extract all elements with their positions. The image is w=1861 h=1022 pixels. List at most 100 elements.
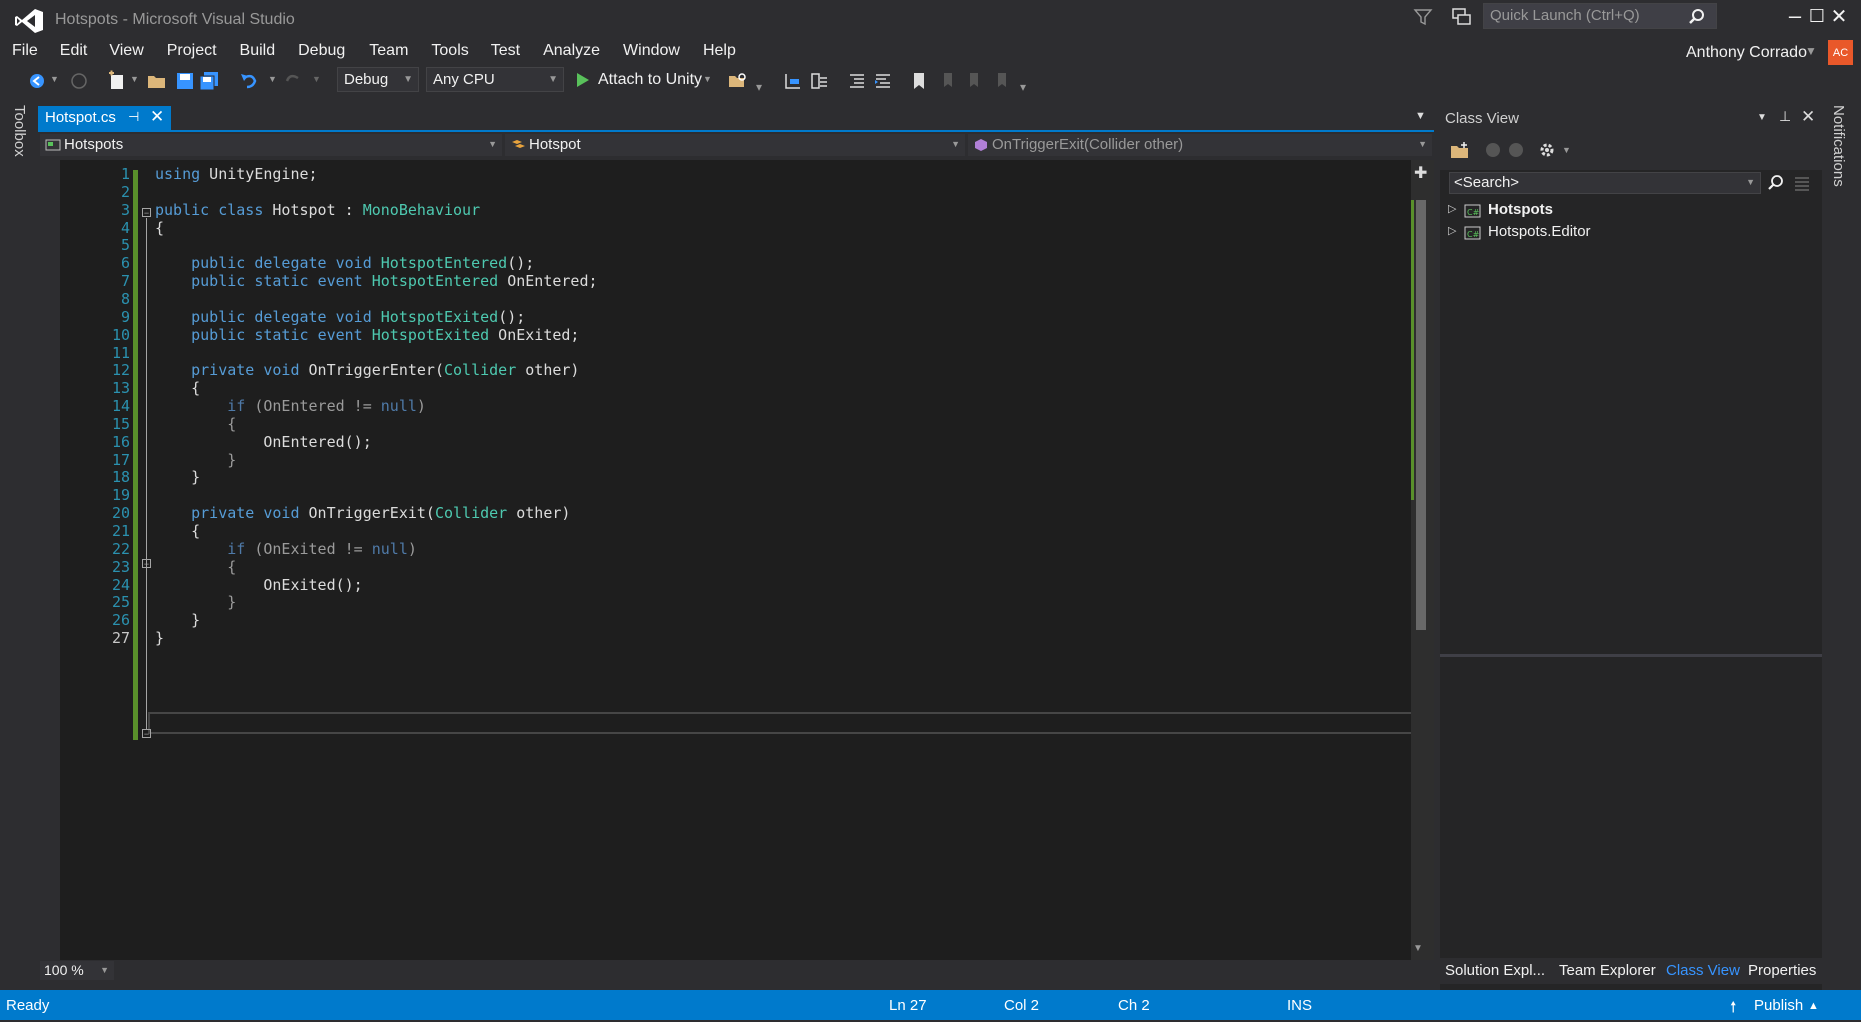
filter-icon[interactable]	[1412, 6, 1434, 28]
project-name: Hotspots	[64, 136, 124, 153]
chevron-down-icon[interactable]: ▼	[312, 74, 321, 84]
step-into-icon[interactable]	[782, 70, 804, 92]
forward-icon[interactable]	[1508, 142, 1524, 158]
chevron-up-icon[interactable]: ▲	[1808, 1000, 1819, 1012]
quick-launch-input[interactable]	[1490, 7, 1680, 24]
clear-bookmarks-icon[interactable]	[990, 70, 1012, 92]
chevron-down-icon[interactable]: ▼	[703, 74, 712, 84]
collapse-icon[interactable]: −	[142, 208, 151, 218]
expand-icon[interactable]: ▷	[1448, 224, 1456, 237]
new-project-icon[interactable]	[106, 70, 128, 92]
close-icon[interactable]: ✕	[1801, 107, 1815, 127]
project-dropdown[interactable]: Hotspots ▼	[40, 134, 502, 156]
tab-properties[interactable]: Properties	[1748, 962, 1816, 979]
settings-list-icon[interactable]	[1792, 173, 1812, 193]
solution-configuration-dropdown[interactable]: Debug ▼	[337, 67, 419, 92]
menu-bar: File Edit View Project Build Debug Team …	[0, 40, 737, 66]
chevron-down-icon[interactable]: ▼	[1746, 177, 1755, 187]
redo-icon[interactable]	[282, 70, 304, 92]
start-icon[interactable]	[575, 71, 591, 89]
tab-class-view[interactable]: Class View	[1666, 962, 1740, 979]
menu-view[interactable]: View	[109, 40, 143, 66]
outdent-icon[interactable]	[872, 70, 894, 92]
search-icon[interactable]	[1766, 173, 1786, 193]
member-dropdown[interactable]: OnTriggerExit(Collider other) ▼	[968, 134, 1432, 156]
notifications-tab[interactable]: Notifications	[1826, 105, 1856, 205]
step-over-icon[interactable]	[808, 70, 830, 92]
code-line[interactable]: 27}	[38, 628, 1434, 649]
menu-window[interactable]: Window	[623, 40, 680, 66]
code-editor[interactable]: 1 using UnityEngine; 2 3 public class Hotspo…	[38, 160, 1434, 960]
open-file-icon[interactable]	[146, 70, 168, 92]
find-in-files-icon[interactable]	[727, 70, 749, 92]
close-button[interactable]: ✕	[1817, 0, 1861, 32]
visual-studio-logo-icon	[15, 9, 43, 33]
menu-team[interactable]: Team	[369, 40, 408, 66]
menu-build[interactable]: Build	[240, 40, 276, 66]
next-bookmark-icon[interactable]	[962, 70, 984, 92]
chevron-down-icon[interactable]: ▼	[130, 74, 139, 84]
scroll-down-icon[interactable]: ▼	[1413, 943, 1423, 954]
user-name[interactable]: Anthony Corrado	[1686, 44, 1807, 62]
editor-bottom-bar	[38, 960, 1434, 980]
type-name: Hotspot	[529, 136, 581, 153]
zoom-dropdown[interactable]: 100 % ▼	[40, 961, 114, 980]
bookmark-icon[interactable]	[908, 70, 930, 92]
close-icon[interactable]: ✕	[150, 107, 164, 127]
menu-tools[interactable]: Tools	[431, 40, 468, 66]
type-dropdown[interactable]: Hotspot ▼	[505, 134, 965, 156]
gear-icon[interactable]	[1538, 141, 1556, 159]
toolbox-label: Toolbox	[11, 105, 28, 157]
undo-icon[interactable]	[238, 70, 260, 92]
chevron-down-icon[interactable]: ▼	[1562, 145, 1571, 155]
save-all-icon[interactable]	[198, 70, 220, 92]
navigate-back-icon[interactable]	[26, 70, 48, 92]
solution-platform-dropdown[interactable]: Any CPU ▼	[426, 67, 564, 92]
indent-icon[interactable]	[846, 70, 868, 92]
menu-project[interactable]: Project	[167, 40, 217, 66]
menu-edit[interactable]: Edit	[60, 40, 88, 66]
attach-to-unity-button[interactable]: Attach to Unity	[598, 71, 702, 89]
chevron-down-icon[interactable]: ▼	[50, 74, 59, 84]
menu-help[interactable]: Help	[703, 40, 736, 66]
collapse-icon[interactable]: −	[142, 559, 151, 569]
line-number: 27	[111, 629, 130, 648]
avatar[interactable]: AC	[1828, 40, 1853, 65]
class-view-search[interactable]: ▼	[1449, 172, 1761, 194]
pin-icon[interactable]: ⊣	[128, 109, 139, 125]
collapse-icon[interactable]: −	[142, 729, 151, 739]
tab-solution-explorer[interactable]: Solution Expl...	[1445, 962, 1545, 979]
overflow-icon[interactable]: ▾	[756, 80, 762, 94]
window-position-icon[interactable]: ▼	[1757, 112, 1767, 123]
toolbox-tab[interactable]: Toolbox	[8, 105, 32, 165]
save-icon[interactable]	[174, 70, 196, 92]
prev-bookmark-icon[interactable]	[936, 70, 958, 92]
class-view-search-input[interactable]	[1454, 174, 1734, 191]
chevron-down-icon[interactable]: ▼	[268, 74, 277, 84]
quick-launch-box[interactable]	[1483, 3, 1717, 29]
tab-overflow-icon[interactable]: ▼	[1415, 110, 1426, 122]
menu-debug[interactable]: Debug	[298, 40, 345, 66]
feedback-icon[interactable]	[1450, 6, 1474, 28]
pin-icon[interactable]: ⊥	[1779, 108, 1791, 125]
publish-icon[interactable]: 🠕	[1730, 997, 1736, 1022]
status-bar: Ready Ln 27 Col 2 Ch 2 INS 🠕 Publish ▲	[0, 990, 1861, 1020]
chevron-down-icon[interactable]: ▼	[1805, 44, 1817, 58]
document-tab-hotspot-cs[interactable]: Hotspot.cs ⊣ ✕	[38, 106, 171, 130]
menu-analyze[interactable]: Analyze	[543, 40, 600, 66]
overflow-icon[interactable]: ▾	[1020, 80, 1026, 94]
tab-team-explorer[interactable]: Team Explorer	[1559, 962, 1656, 979]
menu-file[interactable]: File	[12, 40, 38, 66]
method-icon	[975, 139, 987, 151]
class-members-pane	[1440, 657, 1822, 957]
scrollbar-thumb[interactable]	[1416, 200, 1426, 630]
split-window-icon[interactable]: ✚	[1414, 163, 1427, 183]
expand-icon[interactable]: ▷	[1448, 202, 1456, 215]
navigate-forward-icon[interactable]	[68, 70, 90, 92]
menu-test[interactable]: Test	[491, 40, 520, 66]
new-folder-icon[interactable]	[1450, 141, 1470, 159]
svg-text:C#: C#	[1467, 230, 1480, 239]
back-icon[interactable]	[1485, 142, 1501, 158]
publish-button[interactable]: Publish	[1754, 997, 1803, 1014]
search-icon[interactable]	[1687, 7, 1707, 27]
